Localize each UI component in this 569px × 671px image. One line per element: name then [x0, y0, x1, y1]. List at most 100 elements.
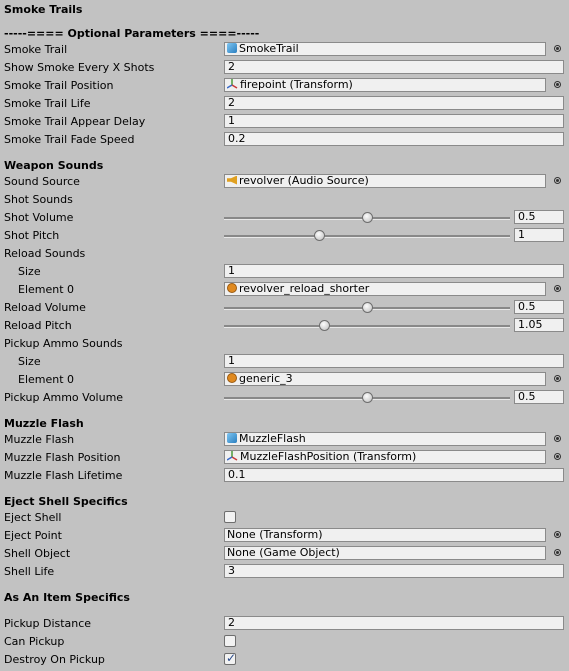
reload-pitch-slider-track[interactable] [224, 325, 510, 328]
smoke-position-row: Smoke Trail Position firepoint (Transfor… [0, 77, 569, 95]
smoke-trail-field[interactable]: SmokeTrail [224, 42, 546, 56]
pickup-volume-row: Pickup Ammo Volume 0.5 [0, 389, 569, 407]
shell-object-field[interactable]: None (Game Object) [224, 546, 546, 560]
object-picker-icon[interactable] [554, 285, 561, 292]
pickup-volume-input[interactable]: 0.5 [514, 390, 564, 404]
audio-clip-icon [227, 373, 237, 383]
muzzle-flash-value: MuzzleFlash [239, 432, 306, 445]
smoke-life-row: Smoke Trail Life 2 [0, 95, 569, 113]
reload-sounds-label: Reload Sounds [4, 247, 86, 260]
shot-pitch-label: Shot Pitch [4, 229, 60, 242]
smoke-life-input[interactable]: 2 [224, 96, 564, 110]
reload-size-row: Size 1 [0, 263, 569, 281]
reload-pitch-input[interactable]: 1.05 [514, 318, 564, 332]
pickup-element-field[interactable]: generic_3 [224, 372, 546, 386]
shot-sounds-label: Shot Sounds [4, 193, 73, 206]
section-title-item-specifics: As An Item Specifics [4, 591, 130, 604]
muzzle-lifetime-row: Muzzle Flash Lifetime 0.1 [0, 467, 569, 485]
muzzle-flash-label: Muzzle Flash [4, 433, 75, 446]
shell-life-label: Shell Life [4, 565, 55, 578]
fade-speed-row: Smoke Trail Fade Speed 0.2 [0, 131, 569, 149]
object-picker-icon[interactable] [554, 549, 561, 556]
shell-object-row: Shell Object None (Game Object) [0, 545, 569, 563]
eject-point-label: Eject Point [4, 529, 62, 542]
can-pickup-label: Can Pickup [4, 635, 65, 648]
reload-pitch-slider-thumb[interactable] [319, 320, 331, 331]
transform-axes-icon [227, 451, 238, 461]
pickup-sounds-row[interactable]: Pickup Ammo Sounds [0, 335, 569, 353]
pickup-size-input[interactable]: 1 [224, 354, 564, 368]
audio-source-icon [227, 175, 237, 185]
eject-point-row: Eject Point None (Transform) [0, 527, 569, 545]
eject-shell-row: Eject Shell [0, 509, 569, 527]
transform-axes-icon [227, 79, 238, 89]
muzzle-lifetime-label: Muzzle Flash Lifetime [4, 469, 123, 482]
shot-pitch-input[interactable]: 1 [514, 228, 564, 242]
reload-volume-slider-thumb[interactable] [362, 302, 373, 313]
muzzle-flash-field[interactable]: MuzzleFlash [224, 432, 546, 446]
muzzle-lifetime-input[interactable]: 0.1 [224, 468, 564, 482]
show-every-row: Show Smoke Every X Shots 2 [0, 59, 569, 77]
pickup-sounds-label: Pickup Ammo Sounds [4, 337, 123, 350]
shot-sounds-row[interactable]: Shot Sounds [0, 191, 569, 209]
audio-clip-icon [227, 283, 237, 293]
smoke-trail-value: SmokeTrail [239, 42, 299, 55]
pickup-size-row: Size 1 [0, 353, 569, 371]
section-title-smoke-trails: Smoke Trails [4, 3, 83, 16]
appear-delay-row: Smoke Trail Appear Delay 1 [0, 113, 569, 131]
reload-volume-row: Reload Volume 0.5 [0, 299, 569, 317]
object-picker-icon[interactable] [554, 45, 561, 52]
reload-element-value: revolver_reload_shorter [239, 282, 370, 295]
show-every-input[interactable]: 2 [224, 60, 564, 74]
smoke-trail-label: Smoke Trail [4, 43, 68, 56]
appear-delay-label: Smoke Trail Appear Delay [4, 115, 146, 128]
reload-sounds-row[interactable]: Reload Sounds [0, 245, 569, 263]
shell-object-label: Shell Object [4, 547, 71, 560]
pickup-volume-label: Pickup Ammo Volume [4, 391, 124, 404]
shot-pitch-slider-thumb[interactable] [314, 230, 326, 241]
destroy-on-pickup-label: Destroy On Pickup [4, 653, 105, 666]
eject-shell-checkbox[interactable] [224, 511, 236, 523]
object-picker-icon[interactable] [554, 81, 561, 88]
shot-volume-slider-thumb[interactable] [362, 212, 373, 223]
smoke-position-label: Smoke Trail Position [4, 79, 114, 92]
muzzle-position-field[interactable]: MuzzleFlashPosition (Transform) [224, 450, 546, 464]
section-title-muzzle-flash: Muzzle Flash [4, 417, 84, 430]
eject-point-field[interactable]: None (Transform) [224, 528, 546, 542]
appear-delay-input[interactable]: 1 [224, 114, 564, 128]
reload-pitch-label: Reload Pitch [4, 319, 72, 332]
object-picker-icon[interactable] [554, 375, 561, 382]
shot-volume-label: Shot Volume [4, 211, 74, 224]
smoke-position-field[interactable]: firepoint (Transform) [224, 78, 546, 92]
pickup-distance-input[interactable]: 2 [224, 616, 564, 630]
shot-pitch-row: Shot Pitch 1 [0, 227, 569, 245]
reload-element-label: Element 0 [18, 283, 75, 296]
destroy-on-pickup-checkbox[interactable] [224, 651, 236, 665]
can-pickup-row: Can Pickup [0, 633, 569, 651]
reload-element-field[interactable]: revolver_reload_shorter [224, 282, 546, 296]
reload-volume-label: Reload Volume [4, 301, 86, 314]
muzzle-flash-row: Muzzle Flash MuzzleFlash [0, 431, 569, 449]
fade-speed-input[interactable]: 0.2 [224, 132, 564, 146]
sound-source-field[interactable]: revolver (Audio Source) [224, 174, 546, 188]
smoke-trail-row: Smoke Trail SmokeTrail [0, 41, 569, 59]
reload-volume-input[interactable]: 0.5 [514, 300, 564, 314]
shell-life-input[interactable]: 3 [224, 564, 564, 578]
shot-pitch-slider-track[interactable] [224, 235, 510, 238]
reload-size-input[interactable]: 1 [224, 264, 564, 278]
shot-volume-input[interactable]: 0.5 [514, 210, 564, 224]
sound-source-label: Sound Source [4, 175, 80, 188]
pickup-volume-slider-thumb[interactable] [362, 392, 373, 403]
pickup-distance-label: Pickup Distance [4, 617, 92, 630]
object-picker-icon[interactable] [554, 531, 561, 538]
pickup-size-label: Size [18, 355, 41, 368]
fade-speed-label: Smoke Trail Fade Speed [4, 133, 135, 146]
can-pickup-checkbox[interactable] [224, 635, 236, 647]
prefab-cube-icon [227, 43, 237, 53]
section-title-weapon-sounds: Weapon Sounds [4, 159, 104, 172]
object-picker-icon[interactable] [554, 453, 561, 460]
object-picker-icon[interactable] [554, 435, 561, 442]
shell-life-row: Shell Life 3 [0, 563, 569, 581]
optional-parameters-header: -----==== Optional Parameters ====----- [4, 27, 260, 40]
object-picker-icon[interactable] [554, 177, 561, 184]
